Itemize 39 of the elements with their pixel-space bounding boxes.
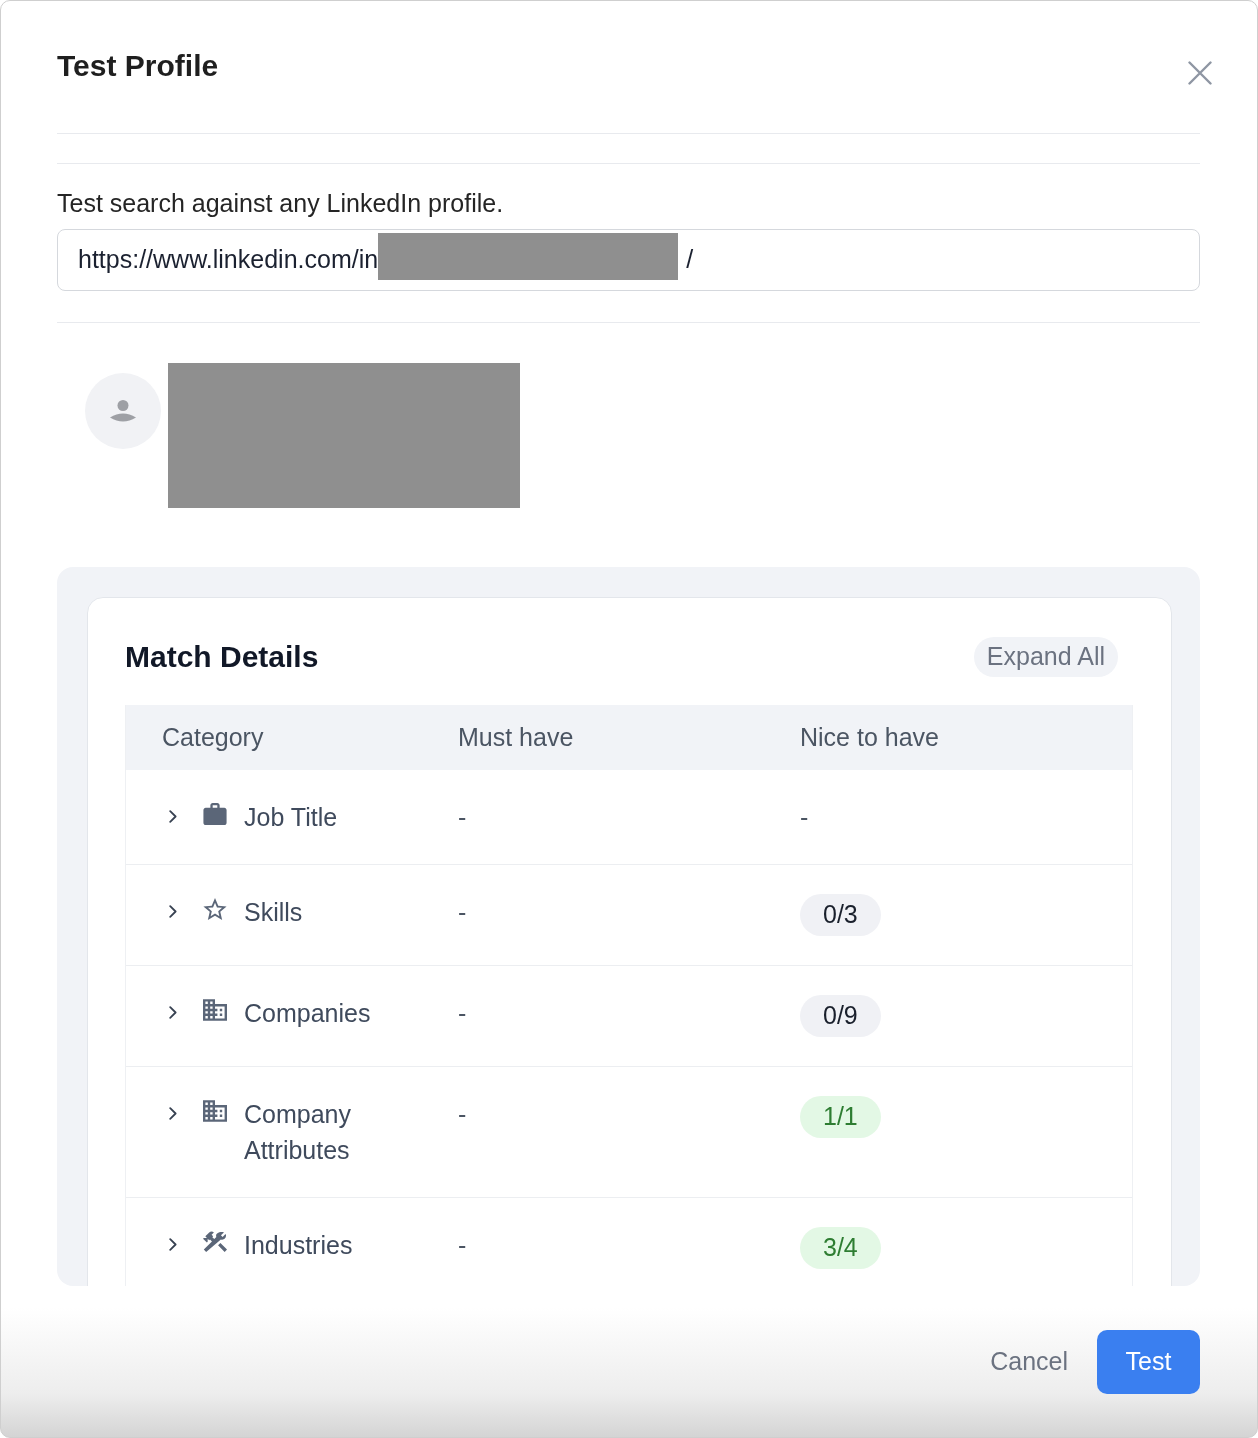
building-icon (203, 999, 227, 1021)
url-text: https://www.linkedin.com/in (78, 244, 379, 276)
building-icon (203, 1100, 227, 1122)
chevron-icon[interactable] (169, 1107, 177, 1120)
chevron-icon[interactable] (169, 905, 177, 918)
chevron-icon[interactable] (169, 1006, 177, 1019)
column-header: Category (162, 721, 264, 753)
star-icon (203, 898, 227, 920)
must-have-value: - (458, 1099, 467, 1130)
match-count-badge: 3/4 (800, 1227, 881, 1269)
column-header: Nice to have (800, 721, 939, 753)
close-icon (1188, 61, 1212, 85)
must-have-value: - (458, 1230, 467, 1261)
nice-to-have-value: - (800, 802, 809, 833)
must-have-value: - (458, 802, 467, 833)
must-have-value: - (458, 998, 467, 1029)
field-label: Test search against any LinkedIn profile. (57, 188, 505, 218)
category-label: Company Attributes (244, 1099, 352, 1166)
match-count-badge: 0/9 (800, 995, 881, 1037)
test-button[interactable]: Test (1097, 1330, 1200, 1394)
expand-all-button[interactable]: Expand All (973, 637, 1118, 677)
briefcase-icon (203, 803, 227, 825)
cancel-button[interactable]: Cancel (978, 1330, 1080, 1394)
must-have-value: - (458, 897, 467, 928)
category-label: Industries (244, 1230, 354, 1261)
chevron-icon[interactable] (169, 810, 177, 823)
match-count-badge: 0/3 (800, 894, 881, 936)
match-count-badge: 1/1 (800, 1096, 881, 1138)
tools-icon (203, 1231, 227, 1253)
url-text: / (686, 244, 694, 276)
chevron-icon[interactable] (169, 1238, 177, 1251)
column-header: Must have (458, 721, 574, 753)
category-label: Skills (244, 897, 304, 928)
url-input-field[interactable]: https://www.linkedin.com/in / (57, 229, 1200, 291)
section-title: Match Details (125, 639, 319, 675)
dialog-title: Test Profile (57, 48, 219, 84)
category-label: Job Title (244, 802, 339, 833)
category-label: Companies (244, 998, 372, 1029)
close-button[interactable] (1188, 61, 1212, 85)
